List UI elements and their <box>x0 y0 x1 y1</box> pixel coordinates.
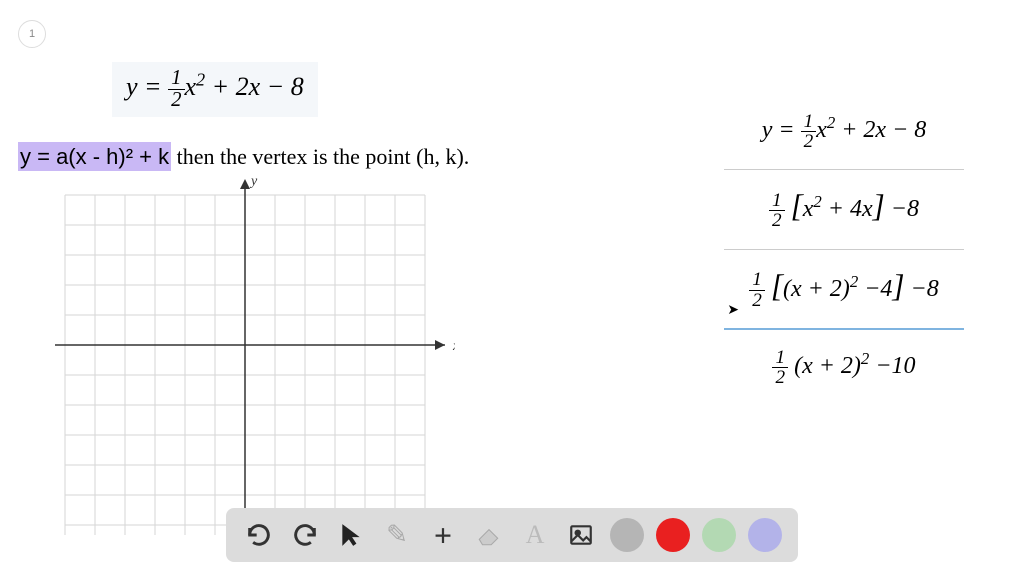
image-tool[interactable] <box>561 515 601 555</box>
eraser-tool[interactable] <box>469 515 509 555</box>
x-axis-label: x <box>452 339 455 354</box>
step-1: y = 12x2 + 2x − 8 <box>724 98 964 165</box>
color-red[interactable] <box>653 515 693 555</box>
vertex-form-line: y = a(x - h)² + k then the vertex is the… <box>18 144 469 170</box>
text-tool[interactable]: A <box>515 515 555 555</box>
pencil-tool[interactable]: ✎ <box>377 515 417 555</box>
drawing-toolbar: ✎ + A <box>226 508 798 562</box>
color-green[interactable] <box>699 515 739 555</box>
color-purple[interactable] <box>745 515 785 555</box>
vertex-form-highlight: y = a(x - h)² + k <box>18 142 171 171</box>
color-grey[interactable] <box>607 515 647 555</box>
y-axis-label: y <box>249 175 258 189</box>
work-steps: y = 12x2 + 2x − 8 12 [x2 + 4x] −8 12 [(x… <box>724 98 964 401</box>
cursor-icon: ➤ <box>727 302 739 319</box>
undo-button[interactable] <box>239 515 279 555</box>
page-number-badge: 1 <box>18 20 46 48</box>
pointer-tool[interactable] <box>331 515 371 555</box>
step-4: 12 (x + 2)2 −10 <box>724 334 964 401</box>
step-2: 12 [x2 + 4x] −8 <box>724 174 964 244</box>
equation-text: y = 12x2 + 2x − 8 <box>126 72 304 101</box>
add-tool[interactable]: + <box>423 515 463 555</box>
divider <box>724 249 964 250</box>
vertex-form-rest: then the vertex is the point (h, k). <box>171 144 469 169</box>
coordinate-graph: x y <box>55 175 455 545</box>
divider-blue <box>724 328 964 330</box>
divider <box>724 169 964 170</box>
redo-button[interactable] <box>285 515 325 555</box>
step-3: 12 [(x + 2)2 −4] −8 <box>724 254 964 324</box>
main-equation: y = 12x2 + 2x − 8 <box>112 62 318 117</box>
